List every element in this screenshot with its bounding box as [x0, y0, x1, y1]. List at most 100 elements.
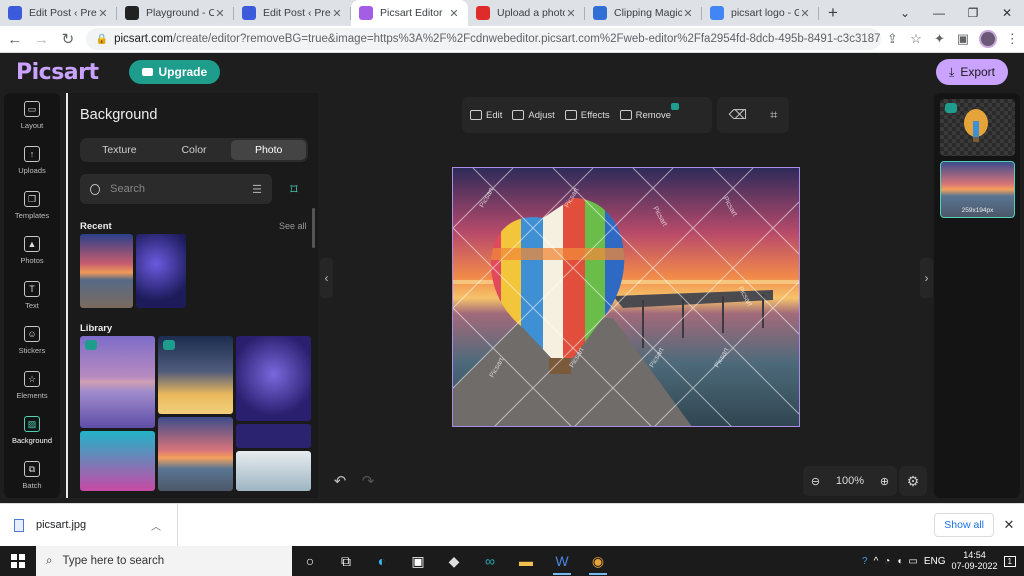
- rail-item-layout[interactable]: ▭ Layout: [4, 93, 60, 138]
- recent-thumb-stars[interactable]: [136, 234, 186, 308]
- address-bar[interactable]: 🔒 picsart.com /create/editor?removeBG=tr…: [85, 28, 881, 50]
- effects-tool-button[interactable]: Effects: [564, 110, 610, 121]
- edge-icon[interactable]: ◐: [364, 546, 400, 576]
- rail-item-elements[interactable]: ☆ Elements: [4, 363, 60, 408]
- search-input[interactable]: [110, 183, 253, 195]
- dropbox-icon[interactable]: ◆: [436, 546, 472, 576]
- close-tab-icon[interactable]: ✕: [214, 7, 226, 20]
- wifi-icon[interactable]: ◔: [884, 556, 890, 567]
- profile-avatar[interactable]: [978, 30, 997, 48]
- show-all-button[interactable]: Show all: [934, 513, 994, 537]
- volume-icon[interactable]: ◖: [896, 556, 902, 567]
- chevron-up-icon[interactable]: ︿: [151, 518, 161, 533]
- back-icon[interactable]: ←: [3, 27, 27, 51]
- minimize-icon[interactable]: —: [922, 0, 956, 26]
- chrome-icon[interactable]: ◉: [580, 546, 616, 576]
- close-tab-icon[interactable]: ✕: [565, 7, 577, 20]
- tray-chevron-icon[interactable]: ^: [874, 556, 879, 567]
- eraser-icon[interactable]: ⌫: [729, 107, 747, 123]
- adjust-tool-button[interactable]: Adjust: [512, 110, 555, 121]
- tab-color[interactable]: Color: [157, 140, 232, 160]
- cortana-icon[interactable]: ○: [292, 546, 328, 576]
- browser-tab[interactable]: Edit Post ‹ Predis✕: [0, 0, 117, 26]
- store-icon[interactable]: ▣: [400, 546, 436, 576]
- layer-background[interactable]: 259x194px: [940, 161, 1015, 218]
- library-thumb-eiffel[interactable]: [80, 336, 155, 428]
- collapse-panel-icon[interactable]: ‹: [320, 258, 333, 298]
- download-item[interactable]: picsart.jpg ︿: [0, 503, 178, 547]
- tab-photo[interactable]: Photo: [231, 140, 307, 160]
- menu-icon[interactable]: ⋮: [1001, 27, 1024, 51]
- reload-icon[interactable]: ↻: [56, 27, 80, 51]
- layer-balloon[interactable]: [940, 99, 1015, 156]
- lock-icon[interactable]: 🔒: [96, 34, 108, 45]
- zoom-in-icon[interactable]: ⊕: [880, 475, 889, 488]
- rail-item-uploads[interactable]: ↑ Uploads: [4, 138, 60, 183]
- close-tab-icon[interactable]: ✕: [448, 7, 460, 20]
- new-tab-button[interactable]: +: [819, 0, 847, 26]
- task-view-icon[interactable]: ⧉: [328, 546, 364, 576]
- extensions-icon[interactable]: ✦: [928, 27, 952, 51]
- browser-tab[interactable]: Playground - Op✕: [117, 0, 234, 26]
- export-button[interactable]: ⤓ Export: [936, 59, 1008, 85]
- arduino-icon[interactable]: ∞: [472, 546, 508, 576]
- zoom-out-icon[interactable]: ⊖: [811, 475, 820, 488]
- close-tab-icon[interactable]: ✕: [97, 7, 109, 20]
- edit-tool-button[interactable]: Edit: [470, 110, 502, 121]
- restore-icon[interactable]: ❐: [956, 0, 990, 26]
- close-tab-icon[interactable]: ✕: [799, 7, 811, 20]
- library-thumb-woman[interactable]: [80, 431, 155, 491]
- see-all-link[interactable]: See all: [279, 221, 307, 231]
- taskbar-search[interactable]: ⌕ Type here to search: [36, 546, 292, 576]
- language-indicator[interactable]: ENG: [924, 556, 946, 567]
- tab-texture[interactable]: Texture: [82, 140, 157, 160]
- windows-start-icon[interactable]: [0, 546, 36, 576]
- close-shelf-icon[interactable]: ✕: [994, 517, 1024, 533]
- settings-icon[interactable]: ⚙: [899, 466, 927, 496]
- panel-scrollbar[interactable]: [312, 208, 315, 248]
- rail-item-text[interactable]: T Text: [4, 273, 60, 318]
- bookmark-icon[interactable]: ⌑: [280, 174, 308, 204]
- undo-icon[interactable]: ↶: [334, 472, 347, 490]
- clock[interactable]: 14:54 07-09-2022: [952, 550, 998, 572]
- sidepanel-icon[interactable]: ▣: [951, 27, 975, 51]
- close-tab-icon[interactable]: ✕: [331, 7, 343, 20]
- notification-icon[interactable]: 1: [1003, 555, 1016, 567]
- expand-layers-icon[interactable]: ›: [920, 258, 933, 298]
- tab-search-icon[interactable]: ⌄: [888, 0, 922, 26]
- file-explorer-icon[interactable]: ▬: [508, 546, 544, 576]
- share-icon[interactable]: ⇪: [881, 27, 905, 51]
- zoom-level[interactable]: 100%: [836, 475, 864, 487]
- close-window-icon[interactable]: ✕: [990, 0, 1024, 26]
- editor-canvas[interactable]: Picsart Picsart Picsart Picsart Picsart …: [452, 167, 800, 427]
- browser-tab[interactable]: picsart logo - Go✕: [702, 0, 819, 26]
- help-icon[interactable]: ?: [862, 556, 868, 567]
- picsart-logo[interactable]: Picsart: [16, 60, 99, 85]
- browser-tab[interactable]: Edit Post ‹ Predis✕: [234, 0, 351, 26]
- rail-item-stickers[interactable]: ☺ Stickers: [4, 318, 60, 363]
- redo-icon[interactable]: ↷: [362, 472, 375, 490]
- rail-item-batch[interactable]: ⧉ Batch: [4, 453, 60, 498]
- browser-tab[interactable]: Upload a photo t✕: [468, 0, 585, 26]
- rail-item-photos[interactable]: ▲ Photos: [4, 228, 60, 273]
- library-thumb-dock[interactable]: [158, 417, 233, 491]
- browser-tab[interactable]: Clipping Magic | ✕: [585, 0, 702, 26]
- word-icon[interactable]: W: [544, 546, 580, 576]
- crop-icon[interactable]: ⌗: [770, 107, 777, 123]
- upgrade-button[interactable]: Upgrade: [128, 60, 221, 84]
- search-box[interactable]: ☰: [80, 174, 272, 204]
- filter-icon[interactable]: ☰: [252, 183, 262, 196]
- rail-item-background[interactable]: ▨ Background: [4, 408, 60, 453]
- recent-thumb-pier[interactable]: [80, 234, 133, 308]
- remove-tool-button[interactable]: Remove: [619, 102, 680, 121]
- library-thumb-lantern[interactable]: [158, 336, 233, 414]
- rail-item-templates[interactable]: ❐ Templates: [4, 183, 60, 228]
- browser-tab[interactable]: Picsart Editor ✕: [351, 0, 468, 26]
- forward-icon[interactable]: →: [30, 27, 54, 51]
- battery-icon[interactable]: ▭: [908, 556, 917, 567]
- bookmark-star-icon[interactable]: ☆: [904, 27, 928, 51]
- library-thumb-reader[interactable]: [236, 451, 311, 491]
- close-tab-icon[interactable]: ✕: [682, 7, 694, 20]
- library-thumb-galaxy[interactable]: [236, 336, 311, 421]
- library-thumb-space[interactable]: [236, 424, 311, 448]
